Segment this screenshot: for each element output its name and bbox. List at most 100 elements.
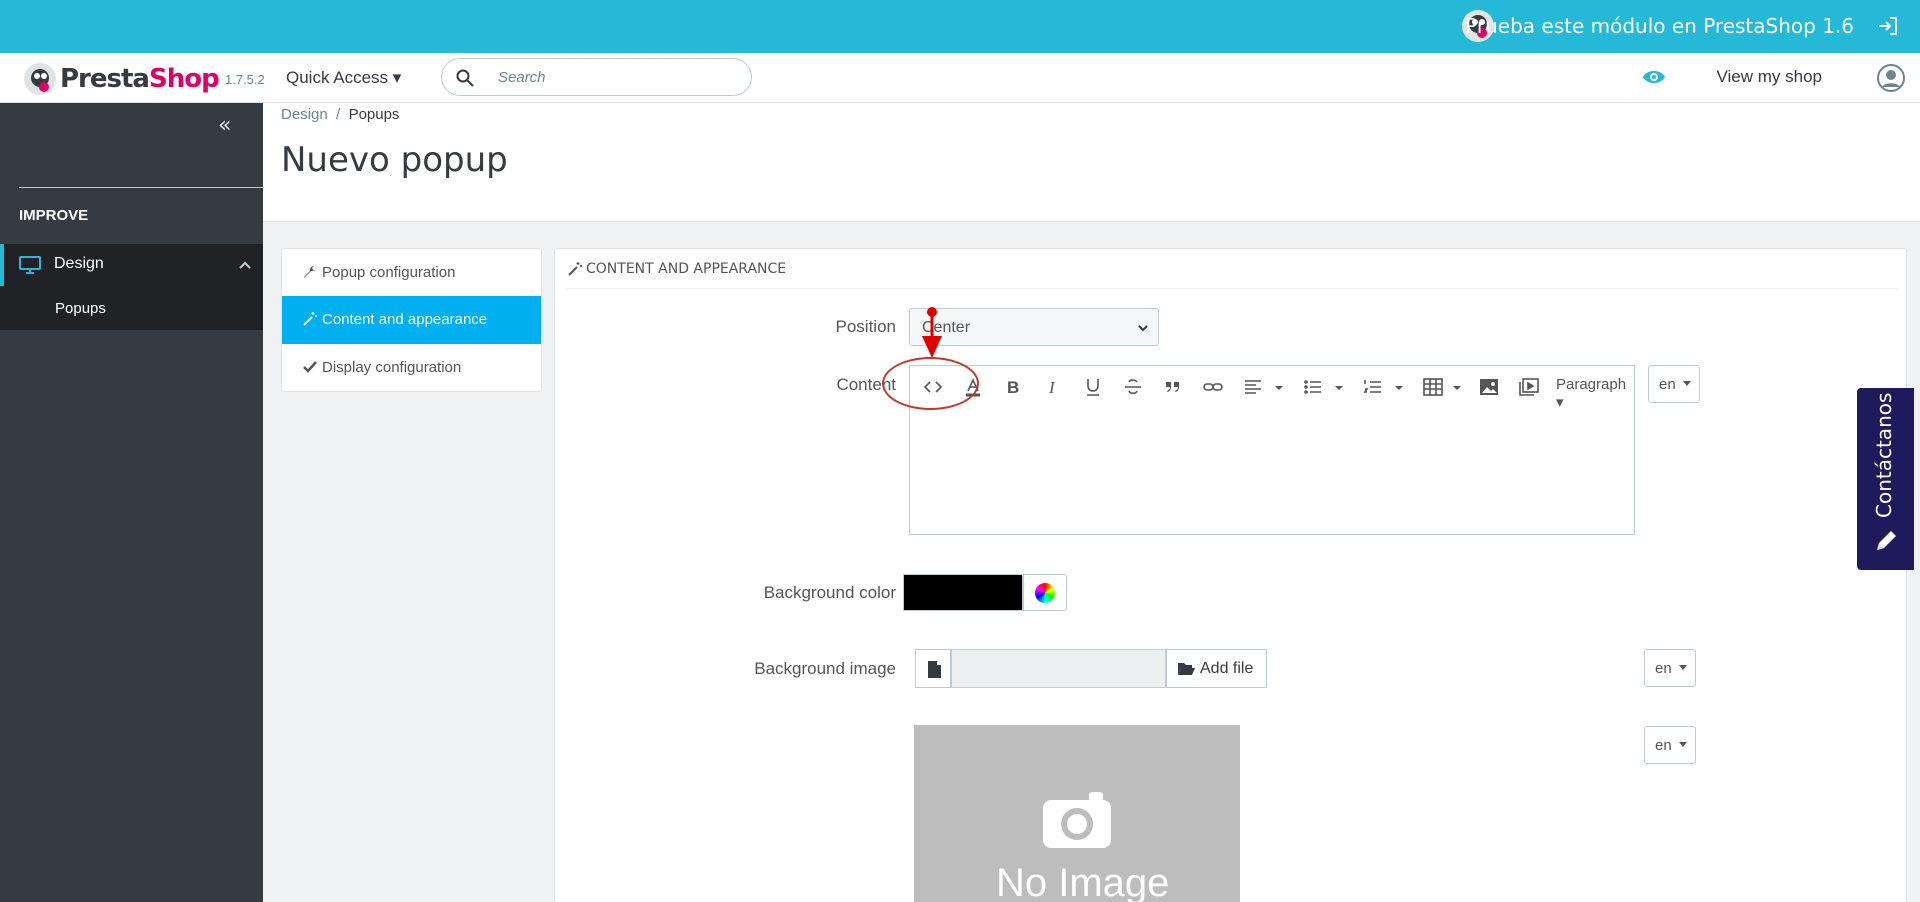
- prestashop-logo[interactable]: PrestaShop: [24, 63, 220, 95]
- contact-label: Contáctanos: [1872, 392, 1896, 518]
- quick-access-dropdown[interactable]: Quick Access ▾: [286, 68, 401, 88]
- color-wheel-icon: [1035, 583, 1055, 603]
- caret-down-icon[interactable]: [1328, 376, 1343, 398]
- paragraph-format-dropdown[interactable]: Paragraph ▾: [1556, 376, 1634, 411]
- tab-label: Popup configuration: [322, 264, 456, 281]
- content-label: Content: [836, 375, 896, 394]
- caret-down-icon[interactable]: [1388, 376, 1403, 398]
- eye-icon: [1642, 67, 1666, 87]
- page-title: Nuevo popup: [281, 140, 508, 180]
- tab-popup-configuration[interactable]: Popup configuration: [282, 249, 541, 297]
- add-file-label: Add file: [1200, 660, 1254, 677]
- bullet-list-icon[interactable]: [1302, 376, 1324, 398]
- logo-text-presta: Presta: [60, 64, 150, 94]
- exit-icon[interactable]: [1876, 14, 1900, 38]
- content-language-dropdown[interactable]: en: [1648, 365, 1700, 403]
- breadcrumb-design[interactable]: Design: [281, 106, 328, 123]
- no-image-text: No Image: [996, 861, 1170, 902]
- link-icon[interactable]: [1202, 376, 1224, 398]
- file-name-field[interactable]: [951, 649, 1166, 688]
- background-color-label: Background color: [763, 583, 896, 602]
- blockquote-icon[interactable]: [1162, 376, 1184, 398]
- position-label: Position: [835, 317, 896, 336]
- media-icon[interactable]: [1518, 376, 1540, 398]
- sidebar-section-improve: IMPROVE: [19, 207, 89, 224]
- logo-mascot-icon: [24, 63, 56, 95]
- editor-toolbar: B I Paragraph ▾: [910, 366, 1634, 411]
- magic-wand-icon: [302, 311, 318, 327]
- strikethrough-icon[interactable]: [1122, 376, 1144, 398]
- collapse-sidebar-icon[interactable]: «: [218, 113, 231, 138]
- config-tabs: Popup configuration Content and appearan…: [281, 248, 542, 392]
- folder-open-icon: [1177, 661, 1195, 677]
- align-icon[interactable]: [1242, 376, 1264, 398]
- panel-title: CONTENT AND APPEARANCE: [586, 261, 787, 277]
- sidebar-item-design[interactable]: Design: [0, 244, 263, 286]
- version-number: 1.7.5.2: [225, 72, 265, 87]
- divider: [19, 187, 263, 188]
- monitor-icon: [18, 255, 42, 275]
- logo-text-shop: Shop: [148, 64, 220, 94]
- numbered-list-icon[interactable]: [1362, 376, 1384, 398]
- quick-access-label: Quick Access: [286, 68, 389, 87]
- underline-icon[interactable]: [1082, 376, 1104, 398]
- sidebar-item-label: Popups: [55, 300, 106, 317]
- language-code: en: [1659, 376, 1676, 393]
- magic-wand-icon: [567, 261, 583, 277]
- caret-down-icon[interactable]: [1446, 376, 1461, 398]
- content-editor[interactable]: B I Paragraph ▾: [909, 365, 1635, 535]
- background-color-input[interactable]: [903, 574, 1023, 611]
- top-promo-bar: Prueba este módulo en PrestaShop 1.6: [0, 0, 1920, 53]
- italic-icon[interactable]: I: [1042, 376, 1064, 398]
- annotation-arrow-icon: [918, 306, 946, 362]
- position-select[interactable]: Center: [909, 308, 1159, 346]
- breadcrumb-separator: /: [336, 106, 341, 123]
- tab-label: Content and appearance: [322, 311, 488, 328]
- sidebar-item-label: Design: [54, 255, 104, 272]
- camera-icon: [1043, 790, 1111, 848]
- caret-down-icon: ▾: [1556, 394, 1564, 411]
- svg-text:B: B: [1007, 378, 1019, 397]
- sidebar-item-popups[interactable]: Popups: [0, 286, 263, 330]
- svg-text:I: I: [1048, 378, 1056, 397]
- view-my-shop-link[interactable]: View my shop: [1716, 67, 1822, 87]
- language-code: en: [1655, 660, 1672, 677]
- annotation-circle: [882, 357, 979, 410]
- chevron-up-icon: [237, 257, 253, 273]
- search-icon: [456, 69, 474, 87]
- breadcrumb: Design / Popups: [281, 106, 399, 123]
- page-header: [263, 103, 1920, 222]
- caret-down-icon: [1683, 381, 1691, 386]
- preview-language-dropdown[interactable]: en: [1644, 726, 1696, 764]
- caret-down-icon[interactable]: [1268, 376, 1283, 398]
- wrench-icon: [302, 264, 318, 280]
- background-image-label: Background image: [754, 659, 896, 678]
- table-icon[interactable]: [1422, 376, 1444, 398]
- tab-label: Display configuration: [322, 359, 462, 376]
- breadcrumb-current: Popups: [348, 106, 400, 123]
- tab-content-and-appearance[interactable]: Content and appearance: [282, 296, 541, 344]
- file-icon: [915, 649, 951, 688]
- language-code: en: [1655, 737, 1672, 754]
- no-image-placeholder: No Image: [914, 725, 1240, 902]
- search-placeholder: Search: [498, 69, 546, 86]
- sidebar: « IMPROVE Design Popups: [0, 103, 263, 902]
- caret-down-icon: [1679, 742, 1687, 747]
- panel-heading: CONTENT AND APPEARANCE: [567, 259, 1897, 289]
- color-picker-button[interactable]: [1023, 574, 1067, 611]
- promo-link[interactable]: Prueba este módulo en PrestaShop 1.6: [1465, 14, 1854, 38]
- image-icon[interactable]: [1478, 376, 1500, 398]
- admin-header: PrestaShop 1.7.5.2 Quick Access ▾ Search…: [0, 53, 1920, 103]
- contact-us-tab[interactable]: Contáctanos: [1857, 388, 1914, 570]
- background-image-upload: Add file: [915, 649, 1267, 688]
- caret-down-icon: [1679, 665, 1687, 670]
- add-file-button[interactable]: Add file: [1166, 649, 1267, 688]
- user-account-icon[interactable]: [1877, 64, 1905, 92]
- image-language-dropdown[interactable]: en: [1644, 649, 1696, 687]
- tab-display-configuration[interactable]: Display configuration: [282, 344, 541, 392]
- search-input[interactable]: Search: [441, 58, 752, 96]
- pencil-icon: [1873, 528, 1899, 554]
- paragraph-label: Paragraph: [1556, 376, 1627, 393]
- check-icon: [302, 359, 318, 375]
- bold-icon[interactable]: B: [1002, 376, 1024, 398]
